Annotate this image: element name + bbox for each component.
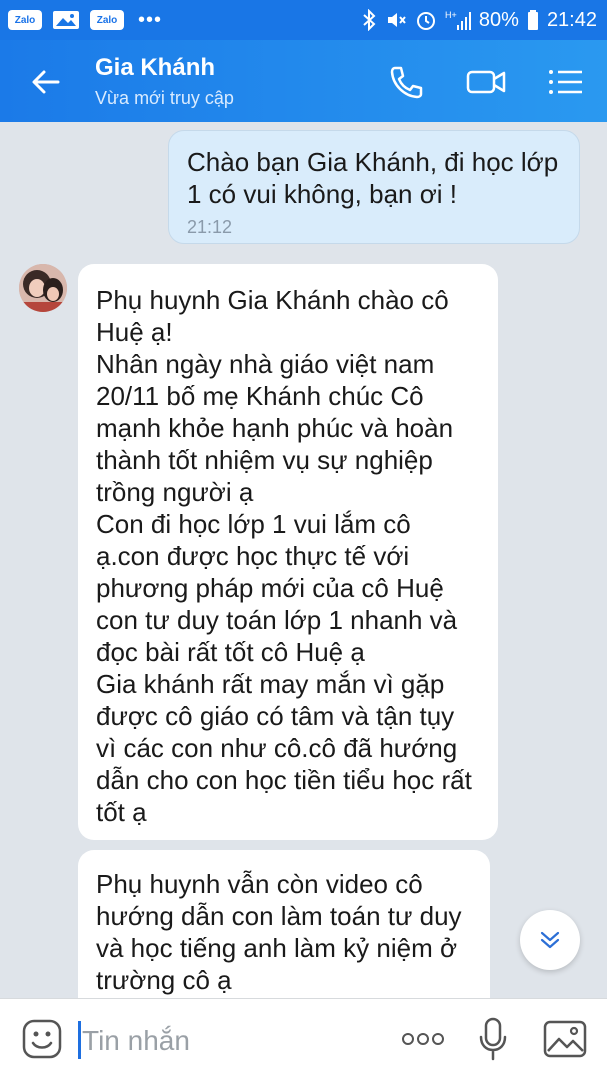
contact-name[interactable]: Gia Khánh — [95, 54, 215, 82]
contact-status: Vừa mới truy cập — [95, 88, 234, 108]
double-chevron-down-icon — [540, 931, 560, 949]
incoming-message[interactable]: Phụ huynh vẫn còn video cô hướng dẫn con… — [78, 850, 490, 998]
more-notifications-icon: ••• — [138, 9, 163, 31]
message-line: Phụ huynh vẫn còn video cô — [96, 869, 423, 899]
message-line: tốt ạ — [96, 797, 147, 827]
message-line: vì các con như cô.cô đã hướng — [96, 733, 458, 763]
battery-icon — [527, 10, 538, 30]
contact-avatar[interactable] — [19, 264, 67, 312]
emoji-icon[interactable] — [22, 1019, 62, 1059]
message-line: 20/11 bố mẹ Khánh chúc Cô — [96, 381, 424, 411]
image-notification-icon — [53, 11, 79, 29]
message-line: trồng người ạ — [96, 477, 254, 507]
chat-header: Gia Khánh Vừa mới truy cập — [0, 40, 607, 122]
incoming-message[interactable]: Phụ huynh Gia Khánh chào cô Huệ ạ! Nhân … — [78, 264, 498, 840]
message-list[interactable]: Chào bạn Gia Khánh, đi học lớp 1 có vui … — [0, 122, 607, 998]
message-line: Con đi học lớp 1 vui lắm cô — [96, 509, 411, 539]
clock: 21:42 — [546, 8, 597, 31]
back-arrow-icon[interactable] — [28, 64, 64, 100]
alarm-icon — [416, 12, 435, 30]
status-bar: Zalo Zalo ••• H+ 80% 21:42 — [0, 0, 607, 40]
message-line: Huệ ạ! — [96, 317, 173, 347]
message-line: con tư duy toán lớp 1 nhanh và — [96, 605, 458, 635]
zalo-notification-icon: Zalo — [8, 10, 42, 30]
zalo-notification-icon-2: Zalo — [90, 10, 124, 30]
message-line: Chào bạn Gia Khánh, đi học lớp — [187, 147, 559, 177]
outgoing-message[interactable]: Chào bạn Gia Khánh, đi học lớp 1 có vui … — [168, 130, 580, 244]
menu-icon[interactable] — [546, 64, 586, 100]
message-line: trường cô ạ — [96, 965, 232, 995]
message-line: đọc bài rất tốt cô Huệ ạ — [96, 637, 365, 667]
svg-text:H+: H+ — [445, 10, 457, 20]
message-line: được cô giáo có tâm và tận tụy — [96, 701, 455, 731]
message-line: Phụ huynh Gia Khánh chào cô — [96, 285, 449, 315]
gallery-icon[interactable] — [543, 1019, 587, 1059]
battery-percent: 80% — [478, 8, 519, 31]
message-line: Gia khánh rất may mắn vì gặp — [96, 669, 445, 699]
text-cursor — [78, 1021, 81, 1059]
message-line: dẫn cho con học tiền tiểu học rất — [96, 765, 472, 795]
message-line: ạ.con được học thực tế với — [96, 541, 410, 571]
message-line: 1 có vui không, bạn ơi ! — [187, 179, 457, 209]
message-line: hướng dẫn con làm toán tư duy — [96, 901, 462, 931]
video-call-icon[interactable] — [466, 64, 506, 100]
message-time: 21:12 — [187, 217, 233, 237]
message-line: phương pháp mới của cô Huệ — [96, 573, 444, 603]
message-line: thành tốt nhiệm vụ sự nghiệp — [96, 445, 433, 475]
message-line: và học tiếng anh làm kỷ niệm ở — [96, 933, 458, 963]
more-icon[interactable] — [400, 1029, 446, 1049]
phone-icon[interactable] — [386, 64, 426, 100]
microphone-icon[interactable] — [478, 1017, 508, 1061]
message-line: Nhân ngày nhà giáo việt nam — [96, 349, 435, 379]
scroll-to-bottom-button[interactable] — [520, 910, 580, 970]
message-input[interactable]: Tin nhắn — [82, 1025, 190, 1057]
message-input-bar: Tin nhắn — [0, 998, 607, 1081]
message-line: mạnh khỏe hạnh phúc và hoàn — [96, 413, 454, 443]
bluetooth-icon — [363, 9, 376, 31]
signal-icon: H+ — [445, 10, 471, 30]
mute-icon — [387, 13, 406, 27]
